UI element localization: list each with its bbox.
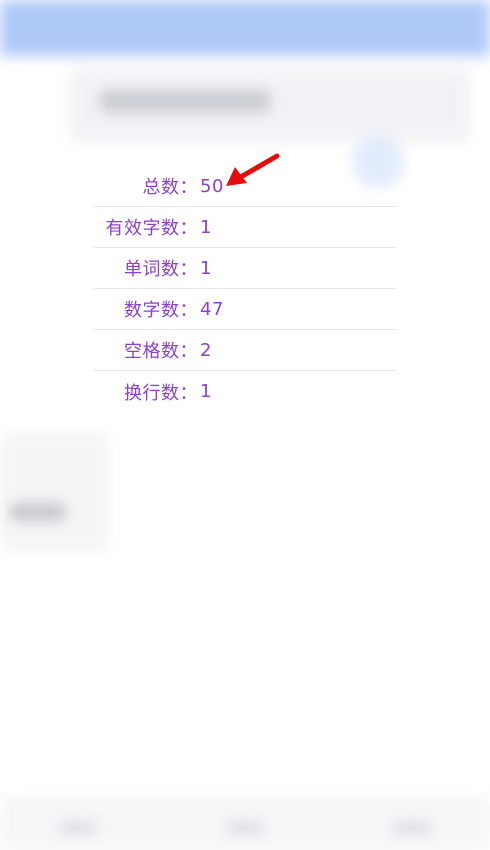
stat-value: 1 <box>200 381 212 402</box>
input-text-blurred <box>100 90 270 112</box>
stat-label: 总数： <box>142 177 198 198</box>
bottom-tab-blurred <box>60 822 96 834</box>
stat-value: 2 <box>200 339 212 361</box>
stat-label: 换行数： <box>124 382 198 404</box>
blurred-background <box>0 0 490 850</box>
side-card-text-blurred <box>10 504 65 520</box>
stat-label: 数字数： <box>124 300 198 321</box>
bottom-tab-blurred <box>394 822 430 834</box>
red-arrow-pointer-icon <box>226 153 280 186</box>
stat-label: 单词数： <box>124 259 198 280</box>
stat-row-words: 单词数： 1 <box>94 248 396 289</box>
stat-value: 1 <box>200 216 212 238</box>
bottom-tab-blurred <box>227 822 263 834</box>
stat-row-valid-chars: 有效字数： 1 <box>94 207 396 248</box>
stat-row-newlines: 换行数： 1 <box>94 371 396 412</box>
stat-value: 1 <box>200 257 212 279</box>
stat-value: 50 <box>200 175 224 197</box>
stat-row-digits: 数字数： 47 <box>94 289 396 330</box>
side-card-blurred <box>0 432 108 552</box>
stat-label: 空格数： <box>124 341 198 362</box>
app-header-blurred <box>0 0 490 56</box>
stat-row-spaces: 空格数： 2 <box>94 330 396 371</box>
stat-label: 有效字数： <box>105 218 198 239</box>
count-stats-panel: 总数： 50 有效字数： 1 单词数： 1 数字数： 47 空格数： 2 换行数… <box>94 166 396 412</box>
stat-value: 47 <box>200 298 224 320</box>
